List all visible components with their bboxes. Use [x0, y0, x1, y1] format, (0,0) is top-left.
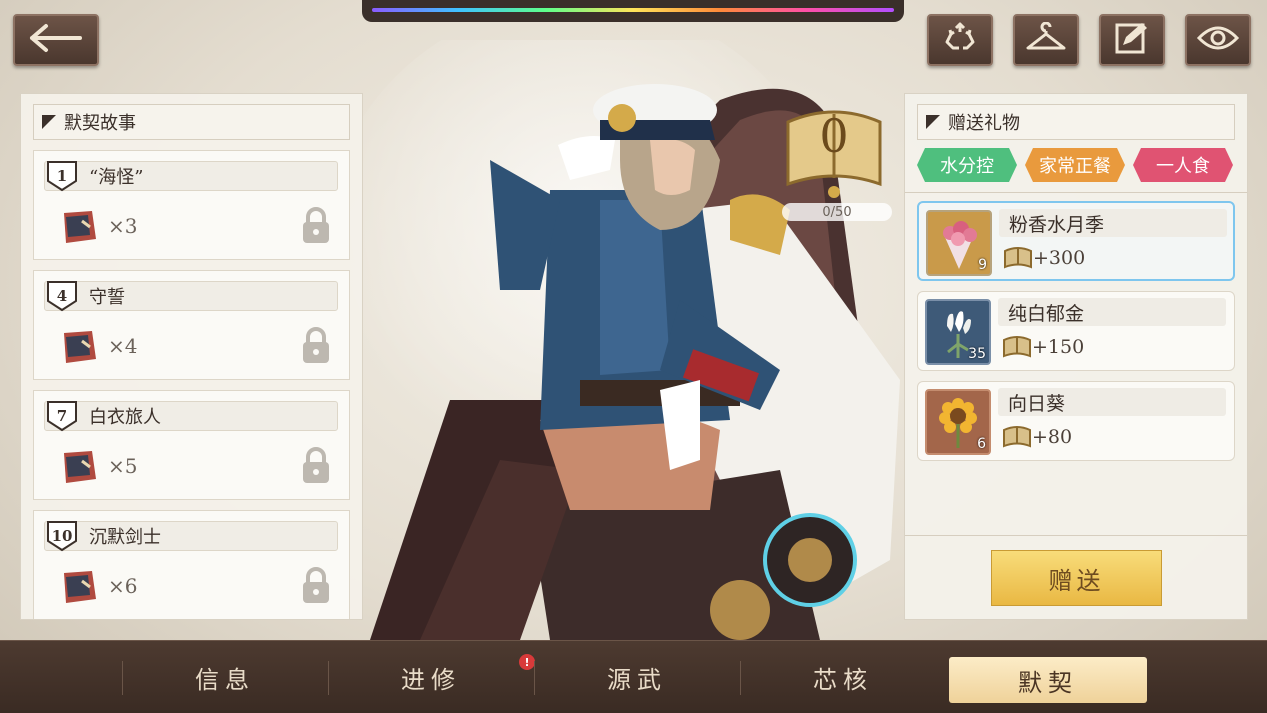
- gift-value: +150: [1002, 334, 1084, 360]
- gift-list: 9 粉香水月季 +300 35 纯白郁金 +150 6 向日葵 +80: [905, 192, 1247, 461]
- level-badge: 10: [44, 519, 80, 553]
- lock-icon: [299, 205, 333, 249]
- bottom-nav: 信息 进修 ! 源武 芯核 默契: [0, 640, 1267, 713]
- notification-badge: !: [519, 654, 535, 670]
- story-title: 守誓: [44, 281, 338, 311]
- gift-panel: 赠送礼物 水分控 家常正餐 一人食 9 粉香水月季 +300 35 纯白郁金 +…: [904, 93, 1248, 620]
- gift-card[interactable]: 35 纯白郁金 +150: [917, 291, 1235, 371]
- back-button[interactable]: [13, 14, 99, 66]
- view-button[interactable]: [1185, 14, 1251, 66]
- sunflower-icon: [939, 398, 977, 448]
- level-badge: 7: [44, 399, 80, 433]
- eye-icon: [1196, 24, 1240, 56]
- preference-tags: 水分控 家常正餐 一人食: [917, 148, 1235, 182]
- gift-name: 向日葵: [998, 388, 1226, 416]
- story-card[interactable]: “海怪” 1 ×3: [33, 150, 350, 260]
- story-item: ×5: [56, 447, 137, 485]
- tab-core[interactable]: 芯核: [740, 641, 946, 713]
- corner-mark-icon: [926, 115, 940, 129]
- gift-panel-title: 赠送礼物: [948, 113, 1020, 134]
- gift-thumbnail: 6: [925, 389, 991, 455]
- hanger-icon: [1024, 21, 1068, 58]
- give-area: 赠送: [905, 535, 1247, 619]
- edit-button[interactable]: [1099, 14, 1165, 66]
- story-panel-title: 默契故事: [64, 113, 136, 134]
- preference-tag: 一人食: [1133, 148, 1233, 182]
- gift-name: 粉香水月季: [999, 209, 1227, 237]
- story-title: “海怪”: [44, 161, 338, 191]
- story-fragment-icon: [64, 451, 96, 483]
- recycle-icon: [943, 22, 977, 58]
- affinity-book-icon: [1003, 336, 1031, 358]
- story-fragment-icon: [64, 571, 96, 603]
- preference-tag: 家常正餐: [1025, 148, 1125, 182]
- story-item: ×4: [56, 327, 137, 365]
- level-badge: 4: [44, 279, 80, 313]
- tab-info[interactable]: 信息: [122, 641, 328, 713]
- gift-thumbnail: 35: [925, 299, 991, 365]
- top-rainbow-bar: [362, 0, 904, 22]
- affinity-progress: 0/50: [782, 203, 892, 221]
- story-card[interactable]: 守誓 4 ×4: [33, 270, 350, 380]
- story-panel-header: 默契故事: [33, 104, 350, 140]
- tab-weapon[interactable]: 源武: [534, 641, 740, 713]
- lock-icon: [299, 325, 333, 369]
- story-item: ×3: [56, 207, 137, 245]
- rose-bouquet-icon: [943, 221, 977, 269]
- wardrobe-button[interactable]: [1013, 14, 1079, 66]
- gift-value: +300: [1003, 245, 1085, 271]
- story-title: 沉默剑士: [44, 521, 338, 551]
- lock-icon: [299, 445, 333, 489]
- tab-affinity[interactable]: 默契: [949, 657, 1147, 703]
- preference-tag: 水分控: [917, 148, 1017, 182]
- gift-name: 纯白郁金: [998, 298, 1226, 326]
- affinity-book-icon: [1003, 426, 1031, 448]
- story-card[interactable]: 白衣旅人 7 ×5: [33, 390, 350, 500]
- affinity-level-value: 0: [819, 109, 849, 163]
- edit-note-icon: [1114, 21, 1150, 59]
- corner-mark-icon: [42, 115, 56, 129]
- story-fragment-icon: [64, 331, 96, 363]
- gift-panel-header: 赠送礼物: [917, 104, 1235, 140]
- story-fragment-icon: [64, 211, 96, 243]
- gift-card[interactable]: 6 向日葵 +80: [917, 381, 1235, 461]
- affinity-book-icon: [1004, 247, 1032, 269]
- story-panel: 默契故事 “海怪” 1 ×3 守誓 4 ×4 白衣旅人 7 ×5 沉默剑士 10…: [20, 93, 363, 620]
- lock-icon: [299, 565, 333, 609]
- story-title: 白衣旅人: [44, 401, 338, 431]
- level-badge: 1: [44, 159, 80, 193]
- recycle-button[interactable]: [927, 14, 993, 66]
- story-card[interactable]: 沉默剑士 10 ×6: [33, 510, 350, 619]
- story-item: ×6: [56, 567, 137, 605]
- tab-training[interactable]: 进修: [328, 641, 534, 713]
- arrow-left-icon: [28, 22, 84, 58]
- gift-card[interactable]: 9 粉香水月季 +300: [917, 201, 1235, 281]
- gift-thumbnail: 9: [926, 210, 992, 276]
- give-gift-button[interactable]: 赠送: [991, 550, 1162, 606]
- gift-value: +80: [1002, 424, 1072, 450]
